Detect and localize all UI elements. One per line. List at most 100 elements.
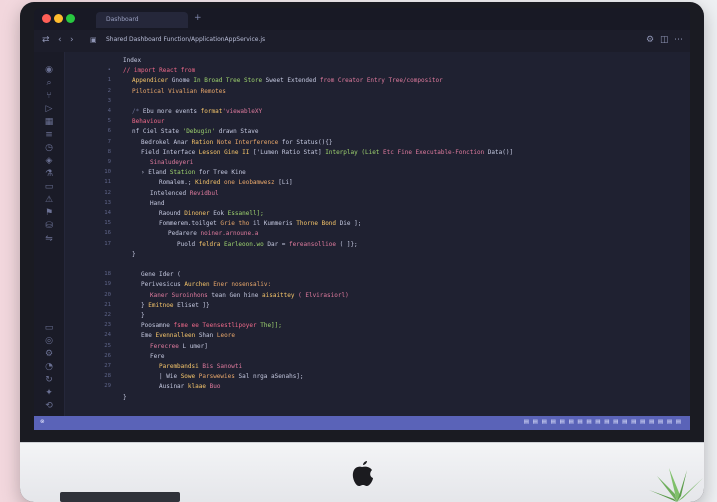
code-token: Buo [209, 383, 221, 391]
code-line[interactable]: › Eland Station for Tree Kine [141, 169, 246, 176]
code-line[interactable]: Index [123, 57, 141, 64]
code-line[interactable]: Perivesicus Aurchen Ener nosensaliv: [141, 281, 271, 288]
code-token: fereansollioe [289, 240, 336, 248]
terminal-icon[interactable]: ▭ [43, 181, 55, 193]
code-line[interactable]: Bedrokel Anar Ration Note Interference f… [141, 139, 332, 146]
code-line[interactable]: Puold feldra Earleoon.wo Dar = fereansol… [177, 241, 358, 248]
code-token: ['Lumen Ratio Stat] [249, 148, 326, 156]
monitor-stand [60, 492, 180, 502]
copilot-icon[interactable]: ✦ [43, 387, 55, 399]
code-line[interactable]: Gene Ider ( [141, 271, 181, 278]
explorer-icon[interactable]: ◉ [43, 64, 55, 76]
code-token: aisaittey [262, 291, 299, 299]
line-number: 14 [104, 210, 111, 216]
code-line[interactable]: nf Ciel State 'Debugin' drawn Stave [132, 128, 258, 135]
bookmarks-icon[interactable]: ⚑ [43, 207, 55, 219]
code-line[interactable]: Fommerem.toilget Grie tho il Kummeris Th… [159, 220, 361, 227]
code-line[interactable]: } [141, 312, 145, 319]
code-token: ( Elvirasiorl) [298, 291, 349, 299]
forward-arrow-icon[interactable]: › [70, 35, 74, 45]
split-icon[interactable]: ◫ [660, 35, 669, 45]
code-editor[interactable]: Index • // import React from 1 Appendicer Gn… [65, 52, 690, 416]
line-number: 3 [107, 97, 111, 104]
code-line[interactable]: Hand [150, 200, 164, 207]
line-number: 17 [104, 240, 111, 247]
maximize-window-button[interactable] [66, 14, 75, 23]
code-token: Lesson Gine II [198, 148, 250, 156]
line-number: 13 [104, 199, 111, 206]
sidebar-toggle-icon[interactable]: ⇄ [42, 35, 50, 45]
remote-icon[interactable]: ⇋ [43, 233, 55, 245]
code-line[interactable]: Ferecree L umer] [150, 343, 208, 350]
code-token: Gene Ider ( [141, 271, 181, 279]
line-number: 27 [104, 363, 111, 369]
code-line[interactable]: /* Ebu more events format'viewableXY [132, 108, 262, 115]
code-line[interactable]: Intelenced Revidbul [150, 190, 219, 197]
terminal-panel-icon[interactable]: ▭ [43, 322, 55, 334]
more-icon[interactable]: ⋯ [674, 35, 683, 45]
notifications-icon[interactable]: ◔ [43, 361, 55, 373]
code-token: Leore [216, 332, 235, 340]
code-line[interactable]: Ausinar klaae Buo [159, 383, 220, 390]
test-icon[interactable]: ⚗ [43, 168, 55, 180]
code-line[interactable]: Eme Evennalleen Shan Leore [141, 332, 235, 339]
timeline-icon[interactable]: ◷ [43, 142, 55, 154]
code-token: from Creator Entry Tree/compositor [316, 77, 443, 85]
code-line[interactable]: } [123, 394, 127, 401]
extensions-icon[interactable]: ▦ [43, 116, 55, 128]
line-number: 9 [107, 159, 111, 165]
breadcrumb[interactable]: Shared Dashboard Function/ApplicationApp… [106, 36, 265, 43]
history-icon[interactable]: ⟲ [43, 400, 55, 412]
code-token: Behaviour [132, 118, 165, 126]
code-line[interactable]: Fere [150, 353, 164, 360]
code-line[interactable]: Pilotical Vivalian Remotes [132, 88, 226, 95]
minimize-window-button[interactable] [54, 14, 63, 23]
code-line[interactable]: } Emitnoe Eliset ]} [141, 302, 210, 309]
line-number: 4 [107, 108, 111, 114]
code-token: Evennalleen [155, 332, 199, 340]
code-line[interactable]: Romalem.; Kindred one Leobamwesz [Li] [159, 179, 293, 186]
code-line[interactable]: Pedarere noiner.arnoune.a [168, 230, 258, 237]
code-line[interactable]: | Wie Sowe Parswewies Sal nrga aSenahs]; [159, 373, 304, 380]
code-token: Sowe [180, 373, 199, 381]
line-number: 28 [104, 373, 111, 380]
code-line[interactable]: Behaviour [132, 118, 165, 125]
plant-icon [649, 468, 703, 502]
code-token: [Li] [274, 179, 293, 187]
new-tab-button[interactable]: + [194, 13, 202, 23]
code-token: Etc Fine Executable-Fonction [379, 148, 485, 156]
activity-bar: ◉ ⌕ ⑂ ▷ ▦ ≡ ◷ ◈ ⚗ ▭ ⚠ ⚑ ⛁ ⇋ ▭ ◎ ⚙ ◔ ↻ ✦ ⟲ [34, 52, 65, 416]
account-icon[interactable]: ◎ [43, 335, 55, 347]
docker-icon[interactable]: ◈ [43, 155, 55, 167]
code-token: Raound [159, 210, 185, 217]
close-window-button[interactable] [42, 14, 51, 23]
code-token: Appendicer [132, 77, 169, 85]
code-line[interactable]: Field Interface Lesson Gine II ['Lumen R… [141, 149, 513, 156]
code-line[interactable]: Parembandsi Bis Sanowti [159, 363, 242, 370]
code-token: Ausinar [159, 383, 188, 391]
settings-icon[interactable]: ⚙ [646, 35, 654, 45]
manage-icon[interactable]: ⚙ [43, 348, 55, 360]
source-control-icon[interactable]: ⑂ [43, 90, 55, 102]
search-icon[interactable]: ⌕ [43, 77, 55, 89]
code-line[interactable]: // import React from [123, 67, 195, 74]
apple-logo-icon [352, 461, 373, 486]
outline-icon[interactable]: ≡ [43, 129, 55, 141]
database-icon[interactable]: ⛁ [43, 220, 55, 232]
code-line[interactable]: } [132, 251, 136, 258]
code-line[interactable]: Kaner Suroinhons tean Gen hine aisaittey… [150, 292, 349, 299]
code-line[interactable]: Sinaludeyeri [150, 159, 193, 166]
code-line[interactable]: Appendicer Gnome In Broad Tree Store Swe… [132, 77, 443, 84]
code-token: Bis Sanowti [202, 363, 243, 370]
line-number: 1 [107, 77, 111, 84]
sync-icon[interactable]: ↻ [43, 374, 55, 386]
tab-dashboard[interactable]: Dashboard [96, 12, 188, 28]
code-line[interactable]: Raound Dinoner Eok Essanell]; [159, 210, 264, 217]
status-left-indicator[interactable]: ⊗ [40, 419, 45, 425]
back-arrow-icon[interactable]: ‹ [58, 35, 62, 45]
code-token: Thorne Bond [292, 220, 340, 228]
run-icon[interactable]: ▷ [43, 103, 55, 115]
code-line[interactable]: Poosamne fsme ee Teensestlipoyer The]]; [141, 322, 282, 329]
status-right-items[interactable]: ▤ ▤ ▤ ▤ ▤ ▤ ▤ ▤ ▤ ▤ ▤ ▤ ▤ ▤ ▤ ▤ ▤ ▤ [524, 419, 682, 425]
problems-icon[interactable]: ⚠ [43, 194, 55, 206]
